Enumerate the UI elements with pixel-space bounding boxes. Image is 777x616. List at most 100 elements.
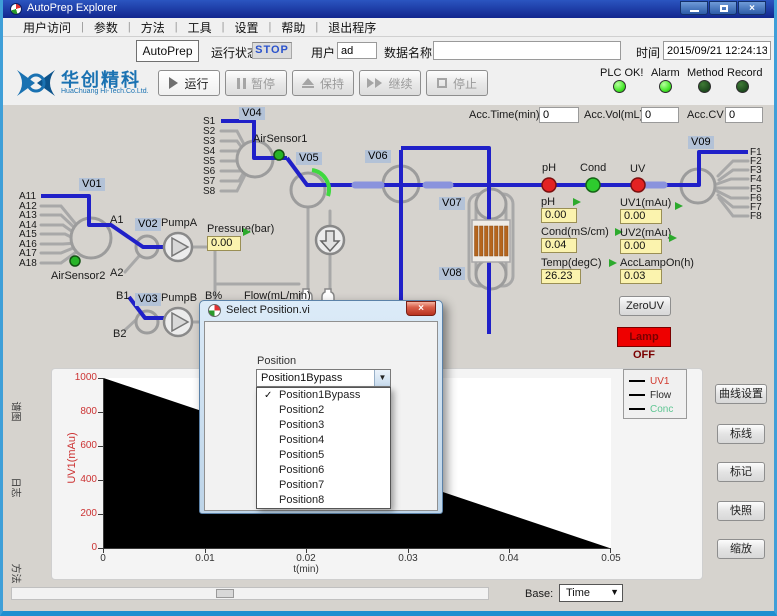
time-label: 时间 <box>636 44 660 61</box>
dropdown-option-6[interactable]: Position6 <box>257 463 390 478</box>
dropdown-option-4[interactable]: Position4 <box>257 433 390 448</box>
x-tick: 0.03 <box>388 553 428 564</box>
legend-entry-uv1[interactable]: UV1 <box>629 374 681 388</box>
legend-label: UV1 <box>650 376 669 387</box>
option-label: Position7 <box>279 479 324 491</box>
dialog-app-icon <box>208 304 221 317</box>
pause-button[interactable]: 暂停 <box>225 70 287 96</box>
dropdown-option-3[interactable]: Position3 <box>257 418 390 433</box>
dropdown-option-8[interactable]: Position8 <box>257 493 390 508</box>
acc-cv-value <box>725 107 763 123</box>
menu-item-settings[interactable]: 设置 <box>225 19 269 36</box>
autoprep-button[interactable]: AutoPrep <box>136 40 199 62</box>
legend-entry-conc[interactable]: Conc <box>629 402 681 416</box>
pause-button-label: 暂停 <box>251 75 275 92</box>
menu-item-parameters[interactable]: 参数 <box>84 19 128 36</box>
record-led-label: Record <box>727 67 762 79</box>
acc-time-label: Acc.Time(min) <box>469 109 539 121</box>
stop-button[interactable]: 停止 <box>426 70 488 96</box>
legend-entry-flow[interactable]: Flow <box>629 388 681 402</box>
dialog-close-button[interactable]: × <box>406 301 436 316</box>
pause-icon <box>237 78 240 89</box>
time-value <box>663 41 771 60</box>
green-flag-icon <box>669 234 677 242</box>
scrollbar-thumb[interactable] <box>216 589 234 598</box>
flow-line-swatch <box>629 394 645 396</box>
valve-v08[interactable]: V08 <box>439 267 465 280</box>
menu-item-exit[interactable]: 退出程序 <box>318 19 386 36</box>
y-tick: 800 <box>67 406 97 417</box>
brand-name-en: HuaChuang Hi-Tech.Co.Ltd. <box>61 88 149 95</box>
window-title: AutoPrep Explorer <box>27 2 117 14</box>
base-dropdown-value: Time <box>566 587 590 599</box>
menu-item-help[interactable]: 帮助 <box>271 19 315 36</box>
position-combobox-value: Position1Bypass <box>261 372 342 384</box>
option-label: Position4 <box>279 434 324 446</box>
resume-button[interactable]: 继续 <box>359 70 421 96</box>
zero-uv-button[interactable]: ZeroUV <box>619 296 671 316</box>
uv-dot-label: UV <box>630 163 645 175</box>
mark-button[interactable]: 标记 <box>717 462 765 482</box>
chart-legend[interactable]: UV1 Flow Conc <box>623 369 687 419</box>
y-tick: 1000 <box>67 372 97 383</box>
label-b1: B1 <box>116 290 129 302</box>
valve-v04[interactable]: V04 <box>239 107 265 120</box>
label-b2: B2 <box>113 328 126 340</box>
app-icon <box>10 3 22 15</box>
plc-led <box>613 80 626 93</box>
dialog-title: Select Position.vi <box>226 304 310 316</box>
pressure-value: 0.00 <box>207 236 241 251</box>
close-button[interactable]: × <box>738 1 766 15</box>
lamp-off-button[interactable]: Lamp OFF <box>617 327 671 347</box>
valve-v09[interactable]: V09 <box>688 136 714 149</box>
alarm-led <box>659 80 672 93</box>
data-name-input[interactable] <box>433 41 621 60</box>
option-label: Position5 <box>279 449 324 461</box>
snapshot-button[interactable]: 快照 <box>717 501 765 521</box>
resume-icon <box>367 78 382 88</box>
valve-v07[interactable]: V07 <box>439 197 465 210</box>
label-airsensor2: AirSensor2 <box>51 270 105 282</box>
valve-v05[interactable]: V05 <box>296 152 322 165</box>
zoom-button[interactable]: 缩放 <box>717 539 765 559</box>
chart-h-scrollbar[interactable] <box>11 587 489 600</box>
side-tab-chromatogram: 谱图 <box>10 400 25 424</box>
menu-item-method[interactable]: 方法 <box>131 19 175 36</box>
position-combobox[interactable]: Position1Bypass ▼ <box>256 369 391 387</box>
dropdown-option-7[interactable]: Position7 <box>257 478 390 493</box>
cond-readout-value: 0.04 <box>541 238 577 253</box>
valve-v03[interactable]: V03 <box>135 293 161 306</box>
port-f8: F8 <box>750 211 762 222</box>
user-input[interactable] <box>337 42 377 59</box>
menu-item-tools[interactable]: 工具 <box>178 19 222 36</box>
combobox-dropdown-button[interactable]: ▼ <box>374 370 390 386</box>
dropdown-option-1[interactable]: ✓Position1Bypass <box>257 388 390 403</box>
x-tick: 0.02 <box>286 553 326 564</box>
position-field-label: Position <box>257 355 296 367</box>
option-label: Position8 <box>279 494 324 506</box>
conc-line-swatch <box>629 408 645 410</box>
dropdown-option-5[interactable]: Position5 <box>257 448 390 463</box>
hold-button[interactable]: 保持 <box>292 70 354 96</box>
resume-button-label: 继续 <box>388 75 412 92</box>
label-airsensor1: AirSensor1 <box>253 133 307 145</box>
close-icon: × <box>739 2 765 15</box>
valve-v06[interactable]: V06 <box>365 150 391 163</box>
valve-v02[interactable]: V02 <box>135 218 161 231</box>
ph-dot-label: pH <box>542 162 556 174</box>
valve-v01[interactable]: V01 <box>79 178 105 191</box>
curve-settings-button[interactable]: 曲线设置 <box>715 384 767 404</box>
record-led <box>736 80 749 93</box>
stop-button-label: 停止 <box>453 75 477 92</box>
dropdown-option-2[interactable]: Position2 <box>257 403 390 418</box>
y-tick: 600 <box>67 440 97 451</box>
menu-item-user-access[interactable]: 用户访问 <box>13 19 81 36</box>
marker-line-button[interactable]: 标线 <box>717 424 765 444</box>
label-a1: A1 <box>110 214 123 226</box>
maximize-button[interactable] <box>709 1 737 15</box>
run-button[interactable]: 运行 <box>158 70 220 96</box>
cond-dot-label: Cond <box>580 162 606 174</box>
base-dropdown[interactable]: Time ▼ <box>559 584 623 602</box>
minimize-button[interactable] <box>680 1 708 15</box>
x-tick: 0.05 <box>591 553 631 564</box>
